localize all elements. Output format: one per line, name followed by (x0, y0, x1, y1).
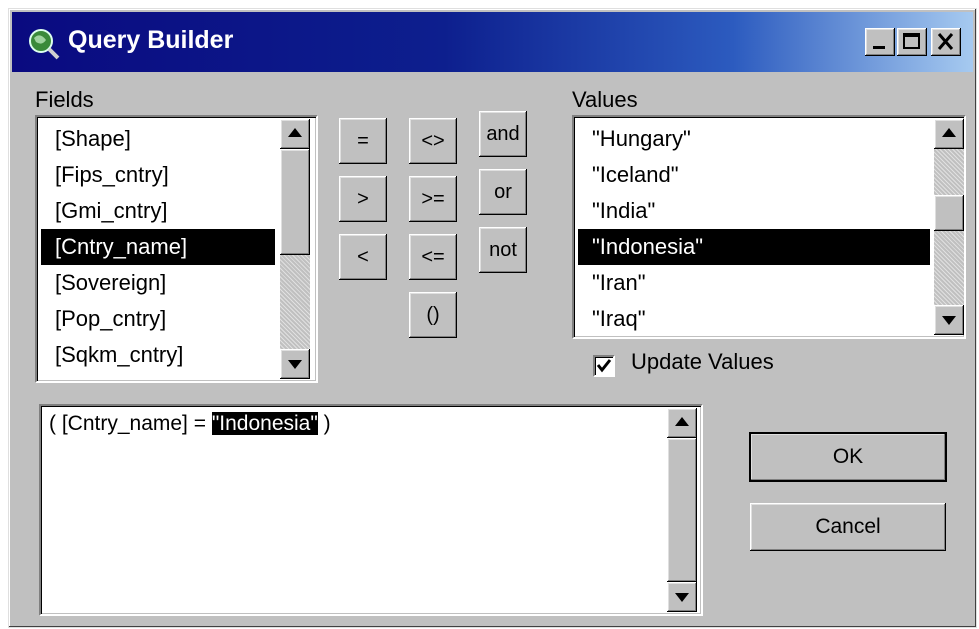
values-item[interactable]: "Iraq" (578, 301, 930, 337)
update-values-checkbox[interactable] (593, 355, 615, 377)
update-values-label[interactable]: Update Values (631, 349, 774, 375)
window-title: Query Builder (68, 26, 234, 54)
less-equal-button[interactable]: <= (409, 234, 457, 280)
not-button[interactable]: not (479, 227, 527, 273)
minimize-icon (873, 46, 885, 49)
arrow-down-icon (288, 360, 302, 369)
fields-item[interactable]: [Sqkm_cntry] (41, 337, 275, 373)
scroll-up-button[interactable] (934, 119, 964, 149)
scroll-thumb[interactable] (280, 149, 310, 255)
checkmark-icon (596, 359, 612, 373)
query-builder-dialog: Query Builder Fields [Shape] [Fips_cntry… (8, 8, 977, 628)
not-equals-button[interactable]: <> (409, 118, 457, 164)
values-item[interactable]: "Iceland" (578, 157, 930, 193)
maximize-icon (903, 33, 920, 49)
or-button[interactable]: or (479, 169, 527, 215)
parentheses-button[interactable]: () (409, 292, 457, 338)
scroll-up-button[interactable] (280, 119, 310, 149)
values-label: Values (572, 87, 638, 112)
scroll-thumb[interactable] (667, 438, 697, 582)
fields-item[interactable]: [Fips_cntry] (41, 157, 275, 193)
minimize-button[interactable] (865, 28, 895, 56)
expression-text[interactable]: ( [Cntry_name] = "Indonesia" ) (49, 412, 331, 436)
fields-list[interactable]: [Shape] [Fips_cntry] [Gmi_cntry] [Cntry_… (35, 115, 318, 383)
expression-highlight: "Indonesia" (211, 412, 318, 435)
values-item[interactable]: "India" (578, 193, 930, 229)
values-scrollbar[interactable] (934, 119, 964, 335)
fields-item[interactable]: [Shape] (41, 121, 275, 157)
expression-scrollbar[interactable] (667, 408, 697, 612)
close-icon (937, 33, 954, 50)
close-button[interactable] (931, 28, 961, 56)
greater-than-button[interactable]: > (339, 176, 387, 222)
arrow-up-icon (675, 417, 689, 426)
fields-item[interactable]: [Gmi_cntry] (41, 193, 275, 229)
values-list[interactable]: "Hungary" "Iceland" "India" "Indonesia" … (572, 115, 966, 339)
arrow-down-icon (942, 316, 956, 325)
ok-button[interactable]: OK (749, 432, 947, 482)
arrow-down-icon (675, 593, 689, 602)
scroll-thumb[interactable] (934, 195, 964, 231)
fields-item[interactable]: [Sovereign] (41, 265, 275, 301)
fields-item[interactable]: [Pop_cntry] (41, 301, 275, 337)
globe-magnifier-icon (29, 29, 60, 60)
fields-scrollbar[interactable] (280, 119, 310, 379)
values-item[interactable]: "Hungary" (578, 121, 930, 157)
scroll-down-button[interactable] (667, 582, 697, 612)
values-item-selected[interactable]: "Indonesia" (578, 229, 930, 265)
fields-label: Fields (35, 87, 94, 112)
fields-item-selected[interactable]: [Cntry_name] (41, 229, 275, 265)
less-than-button[interactable]: < (339, 234, 387, 280)
expression-prefix: ( [Cntry_name] = (49, 412, 212, 435)
greater-equal-button[interactable]: >= (409, 176, 457, 222)
cancel-button[interactable]: Cancel (750, 503, 946, 551)
scroll-down-button[interactable] (934, 305, 964, 335)
arrow-up-icon (288, 128, 302, 137)
title-bar[interactable]: Query Builder (12, 12, 973, 72)
and-button[interactable]: and (479, 111, 527, 157)
values-item[interactable]: "Iran" (578, 265, 930, 301)
arrow-up-icon (942, 128, 956, 137)
scroll-down-button[interactable] (280, 349, 310, 379)
expression-textbox[interactable]: ( [Cntry_name] = "Indonesia" ) (39, 404, 703, 616)
maximize-button[interactable] (897, 28, 927, 56)
expression-suffix: ) (317, 412, 331, 435)
equals-button[interactable]: = (339, 118, 387, 164)
scroll-up-button[interactable] (667, 408, 697, 438)
